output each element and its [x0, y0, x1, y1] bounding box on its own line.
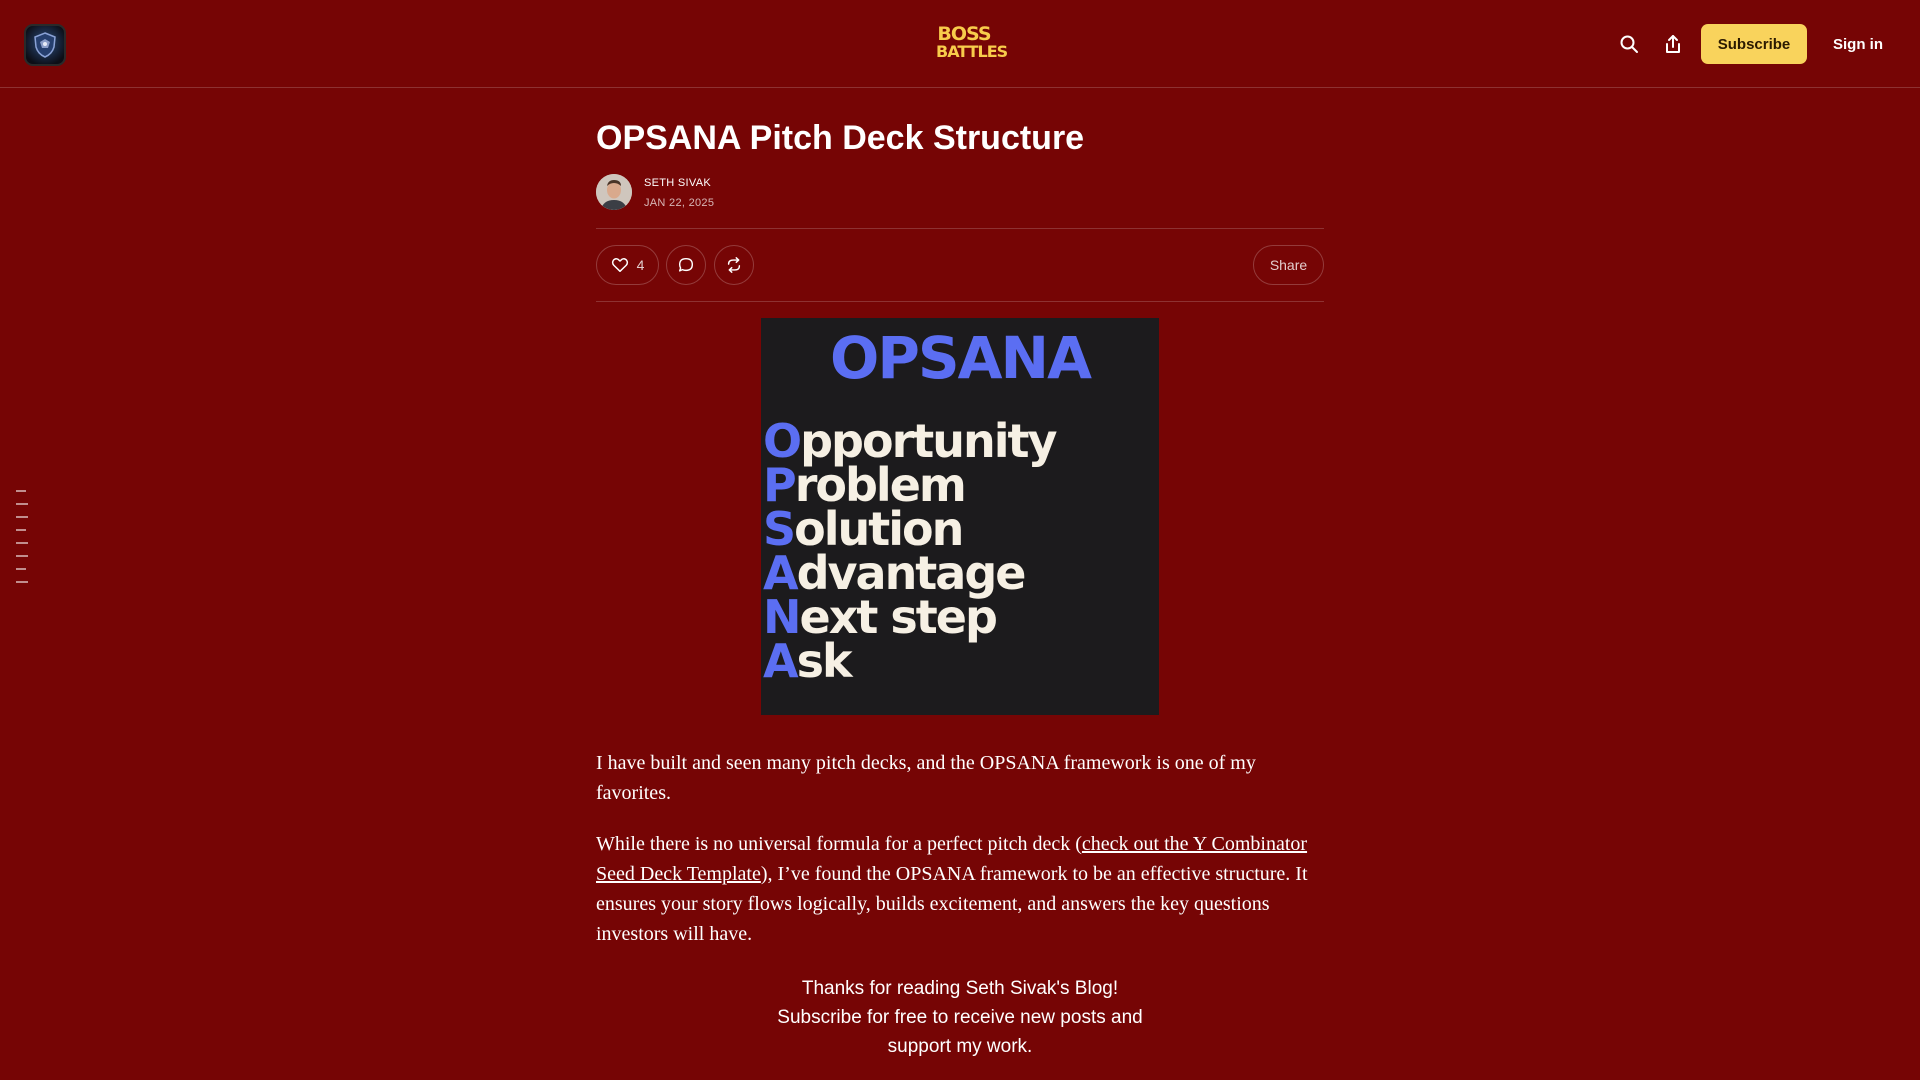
wordmark-line-1: BOSS [937, 23, 991, 45]
post-date: JAN 22, 2025 [644, 197, 715, 209]
comment-button[interactable] [666, 245, 706, 285]
subscribe-cta-text: Thanks for reading Seth Sivak's Blog! Su… [760, 974, 1160, 1061]
toc-mark[interactable] [16, 542, 28, 544]
cta-line-1: Thanks for reading Seth Sivak's Blog! [801, 978, 1119, 999]
cta-line-2: Subscribe for free to receive new posts … [777, 1007, 1143, 1028]
restack-button[interactable] [714, 245, 754, 285]
toc-mark[interactable] [16, 555, 28, 557]
share-upload-icon[interactable] [1659, 30, 1687, 58]
shield-emblem-icon [34, 32, 56, 58]
hero-image[interactable]: OPSANA Opportunity Problem Solution Adva… [761, 318, 1159, 715]
hero-row-initial: A [763, 634, 799, 688]
cta-line-3: support my work. [887, 1036, 1033, 1057]
wordmark-line-2: BATTLES [936, 42, 1008, 61]
toc-mark[interactable] [16, 516, 28, 518]
heart-icon [611, 258, 628, 273]
sign-in-button[interactable]: Sign in [1826, 24, 1890, 64]
hero-row: Ask [763, 638, 1055, 684]
byline: SETH SIVAK JAN 22, 2025 [596, 174, 996, 214]
search-icon[interactable] [1615, 30, 1643, 58]
author-name[interactable]: SETH SIVAK [644, 177, 711, 189]
author-avatar[interactable] [596, 174, 632, 210]
body-paragraph-1: I have built and seen many pitch decks, … [596, 752, 1256, 804]
hero-row: Advantage [763, 550, 1055, 596]
hero-row: Problem [763, 462, 1055, 508]
subscribe-button[interactable]: Subscribe [1701, 24, 1807, 64]
publication-logo-icon[interactable] [24, 24, 66, 66]
hero-row: Solution [763, 506, 1055, 552]
toc-mark[interactable] [16, 529, 26, 531]
like-button[interactable]: 4 [596, 245, 659, 285]
body-paragraph-2: While there is no universal formula for … [596, 829, 1324, 949]
toc-mark[interactable] [16, 581, 28, 583]
toc-mark[interactable] [16, 503, 28, 505]
like-count: 4 [636, 257, 645, 273]
post-actions-bar: 4 Share [596, 228, 1324, 302]
toc-mark[interactable] [16, 490, 26, 492]
paragraph-text: While there is no universal formula for … [596, 833, 1082, 855]
restack-icon [727, 257, 741, 273]
hero-row: Next step [763, 594, 1055, 640]
hero-acronym-list: Opportunity Problem Solution Advantage N… [763, 418, 1057, 684]
hero-image-title: OPSANA [830, 324, 1092, 392]
hero-row: Opportunity [763, 418, 1057, 464]
publication-wordmark[interactable]: BOSS BATTLES [936, 23, 1008, 64]
post-title: OPSANA Pitch Deck Structure [596, 119, 1085, 157]
top-header: BOSS BATTLES Subscribe Sign in [0, 0, 1920, 88]
table-of-contents-marks[interactable] [16, 490, 30, 594]
toc-mark[interactable] [16, 568, 26, 570]
hero-row-rest: sk [796, 634, 853, 688]
comment-icon [678, 257, 694, 272]
share-button[interactable]: Share [1253, 245, 1324, 285]
